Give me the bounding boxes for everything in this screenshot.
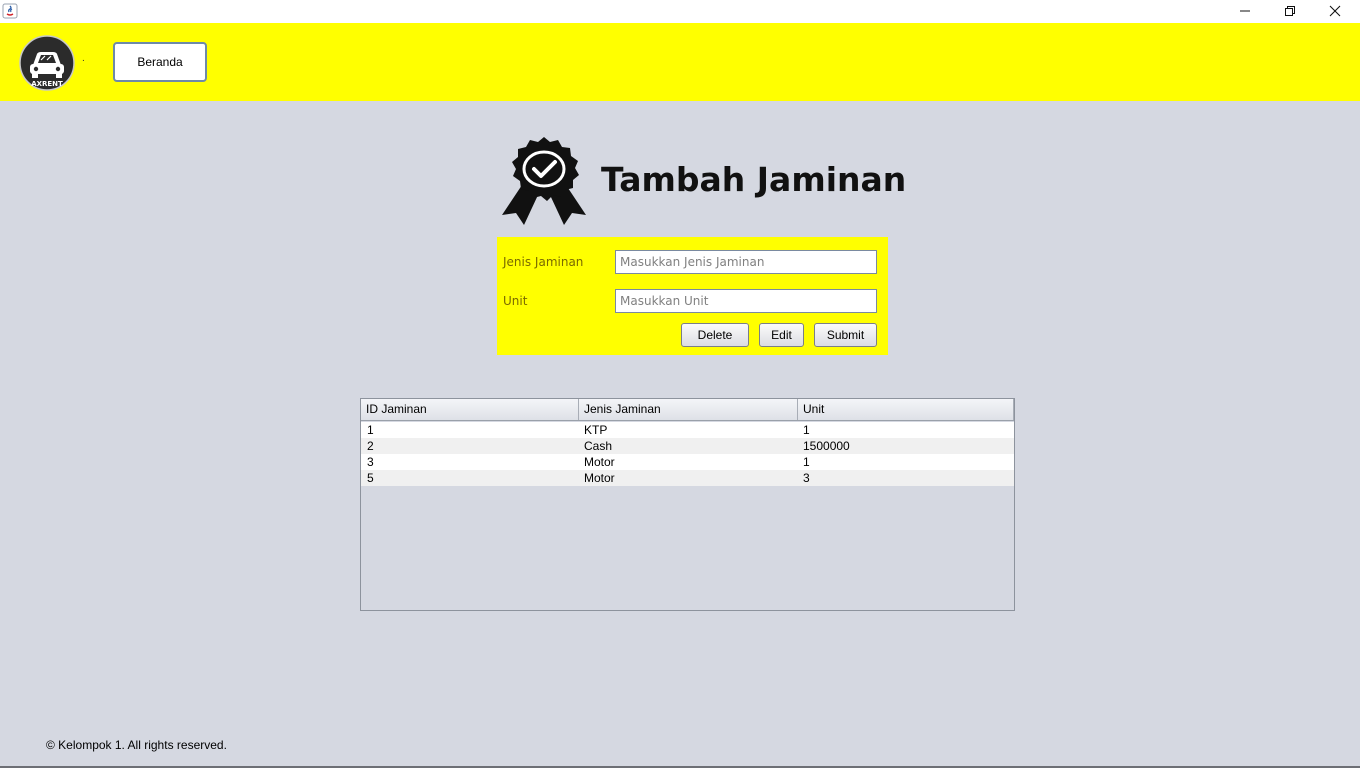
beranda-button[interactable]: Beranda <box>113 42 207 82</box>
minimize-button[interactable] <box>1222 0 1267 22</box>
logo-text: AXRENT <box>31 80 63 88</box>
unit-input[interactable] <box>615 289 877 313</box>
table-row[interactable]: 2 Cash 1500000 <box>361 438 1014 454</box>
cell-jenis: Motor <box>584 471 615 485</box>
footer-copyright: © Kelompok 1. All rights reserved. <box>46 738 227 752</box>
jenis-jaminan-input[interactable] <box>615 250 877 274</box>
cell-jenis: Motor <box>584 455 615 469</box>
cell-unit: 1 <box>803 455 810 469</box>
cell-unit: 1 <box>803 423 810 437</box>
submit-button[interactable]: Submit <box>814 323 877 347</box>
cell-jenis: Cash <box>584 439 613 453</box>
java-app-icon <box>2 3 18 19</box>
window-title-bar <box>0 0 1360 23</box>
table-row[interactable]: 3 Motor 1 <box>361 454 1014 470</box>
close-icon <box>1329 5 1340 17</box>
app-logo: AXRENT <box>19 35 75 91</box>
award-badge-icon <box>502 137 586 225</box>
delete-button[interactable]: Delete <box>681 323 749 347</box>
cell-id: 5 <box>367 471 374 485</box>
app-header: AXRENT . Beranda <box>0 23 1360 101</box>
table-row[interactable]: 1 KTP 1 <box>361 422 1014 438</box>
cell-id: 2 <box>367 439 374 453</box>
minimize-icon <box>1239 10 1250 12</box>
cell-unit: 1500000 <box>803 439 850 453</box>
table-row[interactable]: 5 Motor 3 <box>361 470 1014 486</box>
restore-icon <box>1284 6 1295 16</box>
jaminan-table[interactable]: ID Jaminan Jenis Jaminan Unit 1 KTP 1 2 … <box>360 398 1015 611</box>
edit-button[interactable]: Edit <box>759 323 804 347</box>
close-button[interactable] <box>1312 0 1357 22</box>
header-dot: . <box>82 53 85 64</box>
cell-jenis: KTP <box>584 423 608 437</box>
page-title: Tambah Jaminan <box>601 160 907 199</box>
column-header-jenis[interactable]: Jenis Jaminan <box>579 399 798 420</box>
table-body: 1 KTP 1 2 Cash 1500000 3 Motor 1 5 Motor… <box>361 422 1014 486</box>
column-header-id[interactable]: ID Jaminan <box>361 399 579 420</box>
table-header: ID Jaminan Jenis Jaminan Unit <box>361 399 1014 421</box>
cell-id: 3 <box>367 455 374 469</box>
jaminan-form: Jenis Jaminan Unit Delete Edit Submit <box>497 237 888 355</box>
cell-id: 1 <box>367 423 374 437</box>
jenis-jaminan-label: Jenis Jaminan <box>503 255 584 269</box>
column-header-unit[interactable]: Unit <box>798 399 1014 420</box>
restore-button[interactable] <box>1267 0 1312 22</box>
cell-unit: 3 <box>803 471 810 485</box>
unit-label: Unit <box>503 294 528 308</box>
